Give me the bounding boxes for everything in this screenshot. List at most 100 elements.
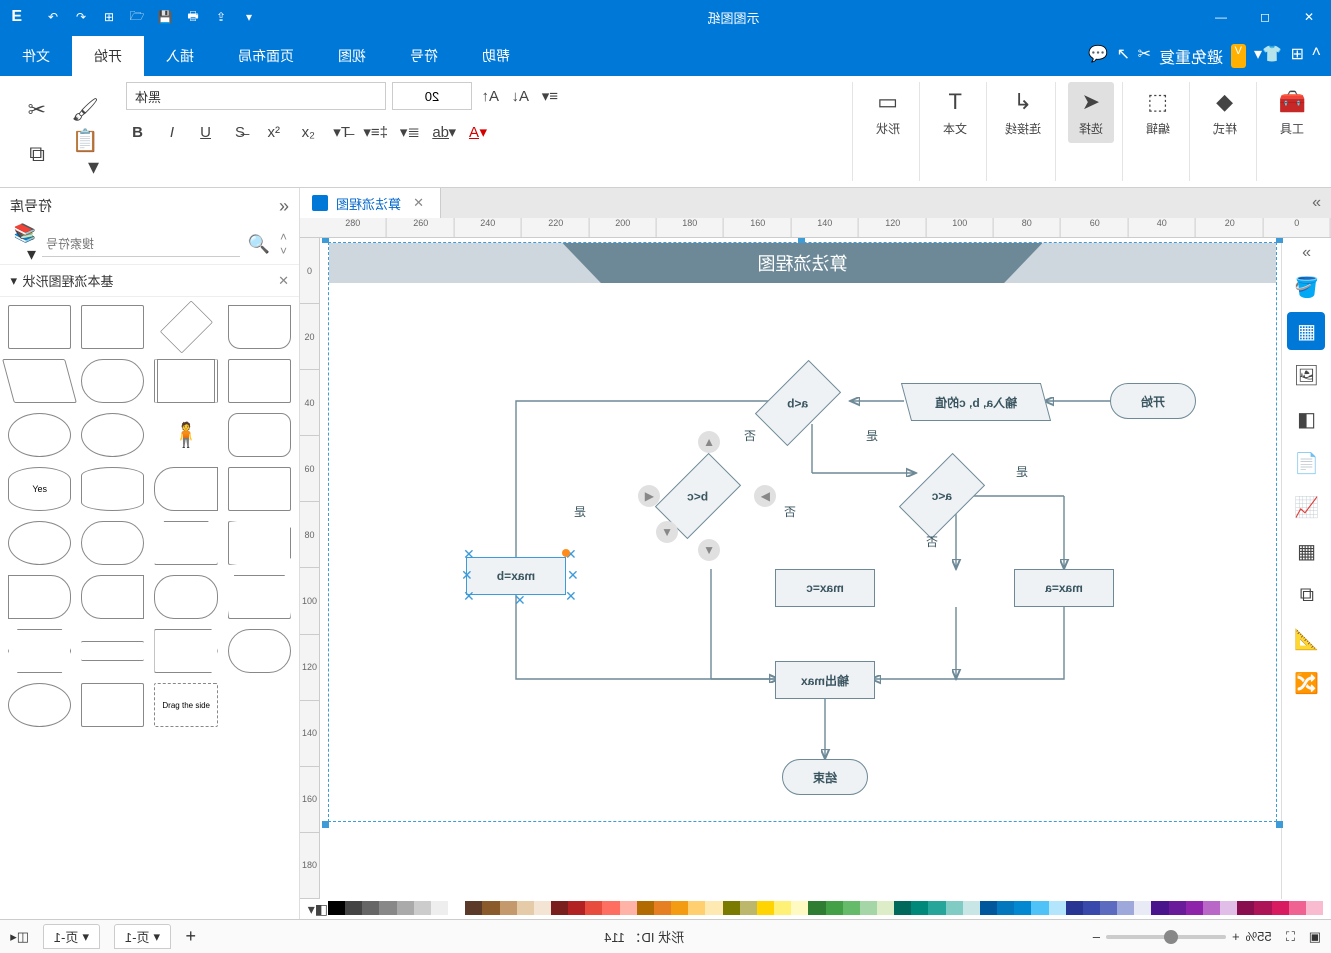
superscript-button[interactable]: x² xyxy=(262,120,286,144)
color-swatch[interactable] xyxy=(637,901,654,915)
zoom-in-button[interactable]: + xyxy=(1232,929,1240,944)
color-swatch[interactable] xyxy=(1014,901,1031,915)
zoom-slider[interactable] xyxy=(1106,935,1226,939)
sel-handle[interactable]: ✕ xyxy=(565,593,572,600)
color-swatch[interactable] xyxy=(843,901,860,915)
color-swatch[interactable] xyxy=(1031,901,1048,915)
chart-tool-icon[interactable]: 📈 xyxy=(1288,488,1326,526)
shape-circle[interactable] xyxy=(81,413,144,457)
line-spacing-button[interactable]: ‡≡▾ xyxy=(364,120,388,144)
color-swatch[interactable] xyxy=(1272,901,1289,915)
connector-button[interactable]: ↳连接线 xyxy=(999,82,1047,143)
subscript-button[interactable]: x₂ xyxy=(296,120,320,144)
color-swatch[interactable] xyxy=(414,901,431,915)
apps-icon[interactable]: ⊞ xyxy=(1290,44,1303,68)
font-name-input[interactable] xyxy=(126,82,386,110)
node-maxc[interactable]: max=c xyxy=(775,569,875,607)
color-swatch[interactable] xyxy=(911,901,928,915)
shape-oval2[interactable] xyxy=(8,683,71,727)
page-tab-2[interactable]: 页-1 ▾ xyxy=(114,924,171,949)
table-tool-icon[interactable]: ▦ xyxy=(1288,532,1326,570)
shape-manual[interactable] xyxy=(155,521,218,565)
shape-rect[interactable] xyxy=(8,305,71,349)
shape-diamond[interactable] xyxy=(160,300,213,353)
color-swatch[interactable] xyxy=(774,901,791,915)
shape-drum[interactable] xyxy=(81,521,144,565)
align-icon[interactable]: ≡▾ xyxy=(538,84,562,108)
tab-file[interactable]: 文件 xyxy=(0,36,72,76)
color-swatch[interactable] xyxy=(1152,901,1169,915)
rotation-handle[interactable] xyxy=(562,549,570,557)
color-swatch[interactable] xyxy=(500,901,517,915)
color-swatch[interactable] xyxy=(328,901,345,915)
search-icon[interactable]: 🔍 xyxy=(246,231,272,257)
undo-icon[interactable]: ↶ xyxy=(42,6,64,28)
color-swatch[interactable] xyxy=(585,901,602,915)
ruler-tool-icon[interactable]: 📐 xyxy=(1288,620,1326,658)
shape-doc[interactable] xyxy=(228,305,291,349)
search-input[interactable] xyxy=(42,231,240,257)
color-swatch[interactable] xyxy=(448,901,465,915)
color-swatch[interactable] xyxy=(1254,901,1271,915)
node-maxa[interactable]: max=a xyxy=(1014,569,1114,607)
shape-punch[interactable] xyxy=(155,575,218,619)
category-close-icon[interactable]: ✕ xyxy=(278,273,289,289)
color-swatch[interactable] xyxy=(517,901,534,915)
color-swatch[interactable] xyxy=(1066,901,1083,915)
color-swatch[interactable] xyxy=(997,901,1014,915)
node-end[interactable]: 结束 xyxy=(782,759,868,795)
sel-handle[interactable]: ✕ xyxy=(567,572,574,579)
color-swatch[interactable] xyxy=(379,901,396,915)
bold-button[interactable]: B xyxy=(126,120,150,144)
color-swatch[interactable] xyxy=(671,901,688,915)
layout-tool-icon[interactable]: ⧉ xyxy=(1288,576,1326,614)
color-swatch[interactable] xyxy=(551,901,568,915)
layers-tool-icon[interactable]: ◧ xyxy=(1288,400,1326,438)
font-color-button[interactable]: A▾ xyxy=(466,120,490,144)
shape-trap[interactable] xyxy=(228,575,291,619)
node-out[interactable]: 输出max xyxy=(775,661,875,699)
color-swatch[interactable] xyxy=(568,901,585,915)
color-swatch[interactable] xyxy=(1049,901,1066,915)
color-swatch[interactable] xyxy=(1237,901,1254,915)
doc-close-icon[interactable]: ✕ xyxy=(409,195,428,211)
tab-help[interactable]: 帮助 xyxy=(460,36,532,76)
sel-handle[interactable]: ✕ xyxy=(514,597,521,604)
pointer-icon[interactable]: ↖ xyxy=(1116,44,1129,68)
copy-button[interactable]: ⧉ xyxy=(14,134,60,174)
shape-parallel[interactable] xyxy=(2,359,77,403)
color-swatch[interactable] xyxy=(740,901,757,915)
chat-icon[interactable]: 💬 xyxy=(1088,44,1108,68)
shape-button[interactable]: ▭形状 xyxy=(865,82,911,143)
color-swatch[interactable] xyxy=(723,901,740,915)
style-button[interactable]: ◆样式 xyxy=(1202,82,1248,143)
hint-up[interactable]: ▲ xyxy=(698,431,720,453)
new-icon[interactable]: ⊞ xyxy=(98,6,120,28)
duplicate-label[interactable]: 避免重复 xyxy=(1159,44,1223,68)
library-menu-icon[interactable]: 📚▾ xyxy=(10,231,36,257)
paste-button[interactable]: 📋▾ xyxy=(62,134,108,174)
color-swatch[interactable] xyxy=(688,901,705,915)
color-swatch[interactable] xyxy=(603,901,620,915)
color-swatch[interactable] xyxy=(362,901,379,915)
shape-terminator[interactable] xyxy=(81,359,144,403)
color-swatch[interactable] xyxy=(877,901,894,915)
text-style-button[interactable]: T̶▾ xyxy=(330,120,354,144)
add-page-button[interactable]: + xyxy=(185,926,196,947)
shape-wave[interactable] xyxy=(8,575,71,619)
shape-cylinder[interactable] xyxy=(81,467,144,511)
color-swatch[interactable] xyxy=(928,901,945,915)
shape-tape[interactable] xyxy=(228,521,291,565)
color-swatch[interactable] xyxy=(1186,901,1203,915)
minimize-button[interactable]: — xyxy=(1199,0,1243,34)
cut-button[interactable]: ✂ xyxy=(14,90,60,130)
color-swatch[interactable] xyxy=(1203,901,1220,915)
font-size-input[interactable] xyxy=(392,82,472,110)
tools-button[interactable]: 🧰工具 xyxy=(1269,82,1315,143)
color-swatch[interactable] xyxy=(757,901,774,915)
node-d2[interactable]: a<c xyxy=(899,453,985,539)
fill-tool-icon[interactable]: 🪣 xyxy=(1288,268,1326,306)
tabview-icon[interactable]: ◫▸ xyxy=(10,929,29,945)
color-swatch[interactable] xyxy=(980,901,997,915)
shape-card[interactable] xyxy=(228,467,291,511)
